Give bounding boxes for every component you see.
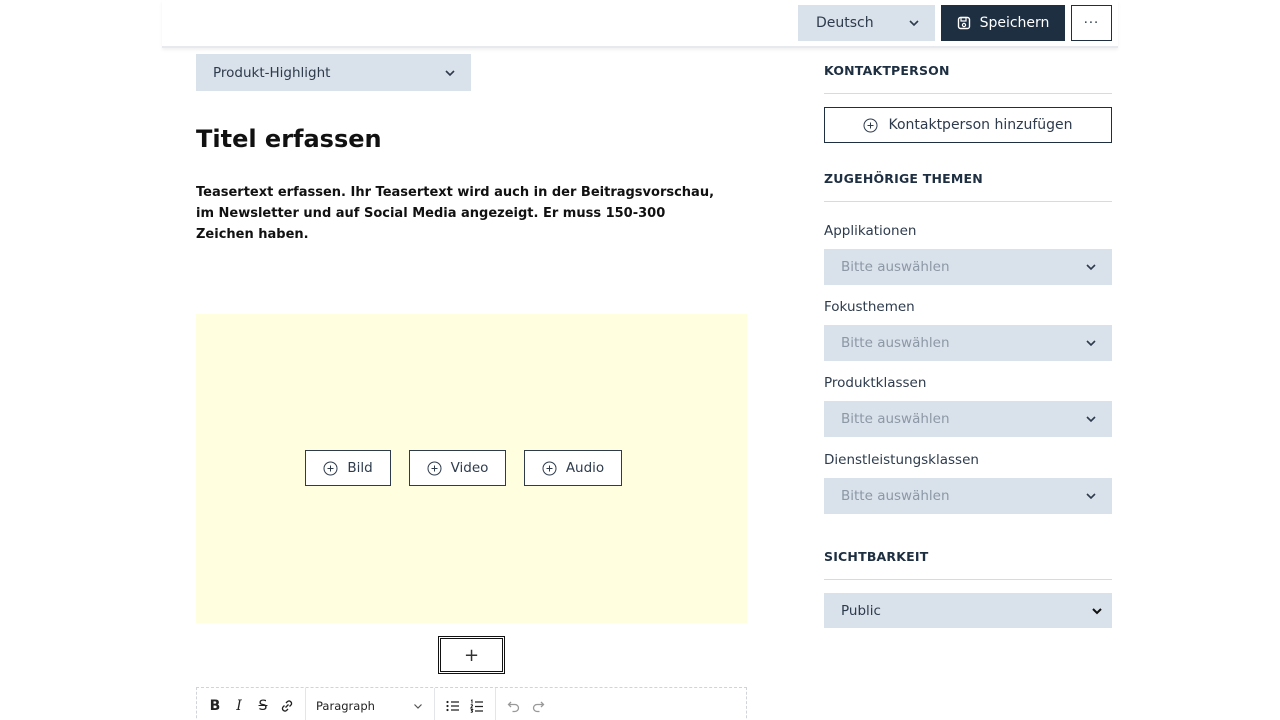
service-classes-label: Dienstleistungsklassen (824, 452, 979, 468)
divider (824, 579, 1112, 580)
add-contact-label: Kontaktperson hinzufügen (888, 117, 1073, 133)
bullet-list-icon[interactable] (441, 694, 465, 718)
link-icon[interactable] (275, 694, 299, 718)
product-classes-select-placeholder: Bitte auswählen (841, 411, 950, 427)
add-image-label: Bild (347, 460, 373, 476)
product-classes-select[interactable]: Bitte auswählen (824, 401, 1112, 437)
chevron-down-icon (1086, 340, 1096, 347)
plus-circle-icon (863, 118, 878, 132)
focus-topics-label: Fokusthemen (824, 299, 915, 315)
add-audio-label: Audio (565, 460, 605, 476)
more-options-label: ··· (1083, 15, 1100, 31)
paragraph-style-select[interactable]: Paragraph (312, 699, 428, 713)
add-block-label: + (463, 644, 480, 666)
chevron-down-icon (1086, 416, 1096, 423)
history-group (496, 688, 556, 720)
text-format-toolbar: B I S Paragraph (196, 687, 747, 720)
save-button-label: Speichern (979, 15, 1050, 31)
paragraph-group: Paragraph (306, 688, 435, 720)
undo-icon[interactable] (502, 694, 526, 718)
paragraph-style-value: Paragraph (316, 698, 375, 713)
strikethrough-icon[interactable]: S (251, 694, 275, 718)
content-type-select[interactable]: Produkt-Highlight (196, 54, 471, 91)
plus-circle-icon (542, 461, 557, 475)
redo-icon[interactable] (526, 694, 550, 718)
format-group: B I S (197, 688, 306, 720)
visibility-select-value: Public (841, 602, 881, 619)
plus-circle-icon (323, 461, 338, 475)
teaser-input[interactable]: Teasertext erfassen. Ihr Teasertext wird… (196, 182, 726, 245)
add-audio-button[interactable]: Audio (524, 450, 622, 486)
focus-topics-select-placeholder: Bitte auswählen (841, 335, 950, 351)
divider (824, 93, 1112, 94)
plus-circle-icon (427, 461, 442, 475)
save-button[interactable]: Speichern (941, 5, 1065, 41)
language-select-value: Deutsch (816, 15, 874, 31)
title-input[interactable]: Titel erfassen (196, 125, 382, 153)
top-bar: Deutsch Speichern ··· (162, 0, 1118, 48)
add-video-label: Video (450, 460, 489, 476)
numbered-list-icon[interactable] (465, 694, 489, 718)
contact-section-heading: KONTAKTPERSON (824, 63, 950, 78)
media-drop-area: Bild Video Audio (196, 314, 747, 623)
content-type-value: Produkt-Highlight (213, 64, 331, 81)
divider (824, 201, 1112, 202)
chevron-down-icon (909, 20, 919, 27)
applications-select[interactable]: Bitte auswählen (824, 249, 1112, 285)
add-video-button[interactable]: Video (409, 450, 506, 486)
italic-icon[interactable]: I (227, 694, 251, 718)
product-classes-label: Produktklassen (824, 375, 927, 391)
chevron-down-icon (445, 70, 455, 77)
applications-label: Applikationen (824, 223, 917, 239)
chevron-down-icon (1086, 264, 1096, 271)
add-block-button[interactable]: + (438, 636, 505, 674)
visibility-section-heading: SICHTBARKEIT (824, 549, 929, 564)
service-classes-select-placeholder: Bitte auswählen (841, 488, 950, 504)
list-group (435, 688, 496, 720)
service-classes-select[interactable]: Bitte auswählen (824, 478, 1112, 514)
visibility-select[interactable]: Public (824, 593, 1112, 628)
applications-select-placeholder: Bitte auswählen (841, 259, 950, 275)
add-image-button[interactable]: Bild (305, 450, 391, 486)
language-select[interactable]: Deutsch (798, 5, 935, 41)
bold-icon[interactable]: B (203, 694, 227, 718)
chevron-down-icon (414, 703, 422, 709)
chevron-down-icon (1092, 608, 1102, 615)
floppy-disk-icon (957, 16, 970, 30)
topics-section-heading: ZUGEHÖRIGE THEMEN (824, 171, 983, 186)
more-options-button[interactable]: ··· (1071, 5, 1112, 41)
chevron-down-icon (1086, 493, 1096, 500)
focus-topics-select[interactable]: Bitte auswählen (824, 325, 1112, 361)
add-contact-button[interactable]: Kontaktperson hinzufügen (824, 107, 1112, 143)
